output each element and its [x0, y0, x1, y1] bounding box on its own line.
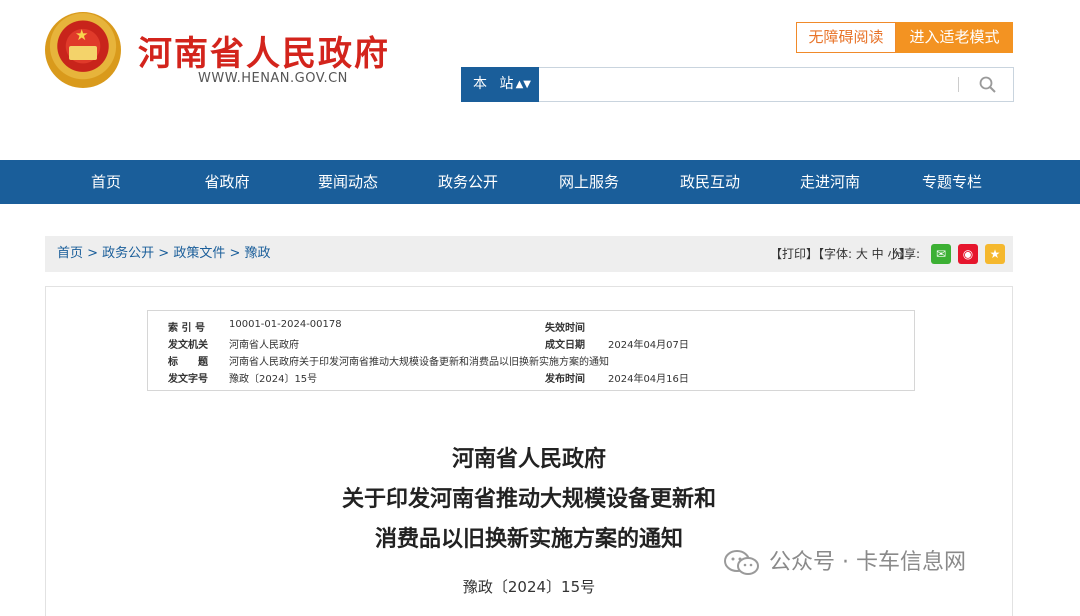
nav-item-home[interactable]: 首页 — [46, 160, 166, 204]
nav-item-special-topics[interactable]: 专题专栏 — [892, 160, 1012, 204]
search-divider — [958, 77, 959, 92]
document-number-value: 豫政〔2024〕15号 — [229, 374, 318, 385]
nav-item-online-services[interactable]: 网上服务 — [529, 160, 649, 204]
document-title-line-2: 关于印发河南省推动大规模设备更新和 — [341, 487, 716, 512]
nav-item-interaction[interactable]: 政民互动 — [650, 160, 770, 204]
wechat-logo-icon — [724, 550, 759, 575]
publish-time-value: 2024年04月16日 — [608, 374, 689, 385]
title-value: 河南省人民政府关于印发河南省推动大规模设备更新和消费品以旧换新实施方案的通知 — [229, 357, 609, 368]
national-emblem-icon: ★ — [45, 12, 121, 88]
nav-item-provincial-government[interactable]: 省政府 — [167, 160, 287, 204]
breadcrumb-bar: 首页 > 政务公开 > 政策文件 > 豫政 【打印】【字体: 大 中 小】 分享… — [45, 236, 1013, 272]
share-label: 分享: — [892, 247, 921, 261]
document-title-line-1: 河南省人民政府 — [451, 447, 606, 472]
breadcrumb[interactable]: 首页 > 政务公开 > 政策文件 > 豫政 — [57, 236, 270, 272]
watermark-text: 公众号 · 卡车信息网 — [769, 550, 966, 575]
site-url: WWW.HENAN.GOV.CN — [198, 71, 348, 86]
document-number-label: 发文字号 — [168, 374, 208, 385]
wechat-share-icon[interactable]: ✉ — [931, 244, 951, 264]
elder-mode-button[interactable]: 进入适老模式 — [896, 22, 1013, 53]
issuing-authority-label: 发文机关 — [168, 340, 208, 351]
site-header: ★ 河南省人民政府 WWW.HENAN.GOV.CN 无障碍阅读 进入适老模式 … — [0, 0, 1080, 160]
favorite-star-icon[interactable]: ★ — [985, 244, 1005, 264]
document-metadata-table: 索 引 号 10001-01-2024-00178 失效时间 发文机关 河南省人… — [147, 310, 915, 391]
accessibility-reading-button[interactable]: 无障碍阅读 — [796, 22, 896, 53]
written-date-label: 成文日期 — [545, 340, 585, 351]
index-number-value: 10001-01-2024-00178 — [229, 319, 342, 330]
issuing-authority-value: 河南省人民政府 — [229, 340, 299, 351]
written-date-value: 2024年04月07日 — [608, 340, 689, 351]
search-bar: 本 站 ▲▼ — [461, 67, 1014, 102]
search-scope-label: 本 站 — [473, 76, 518, 92]
title-label: 标 题 — [168, 357, 208, 368]
wechat-watermark: 公众号 · 卡车信息网 — [722, 545, 966, 581]
weibo-share-icon[interactable]: ◉ — [958, 244, 978, 264]
index-number-label: 索 引 号 — [168, 323, 205, 334]
search-icon[interactable] — [978, 75, 998, 95]
nav-item-about-henan[interactable]: 走进河南 — [770, 160, 890, 204]
sort-arrows-icon: ▲▼ — [515, 79, 531, 90]
search-input[interactable] — [542, 68, 952, 101]
print-font-tools[interactable]: 【打印】【字体: 大 中 小】 — [770, 236, 912, 272]
search-scope-select[interactable]: 本 站 ▲▼ — [461, 67, 539, 102]
main-nav: 首页 省政府 要闻动态 政务公开 网上服务 政民互动 走进河南 专题专栏 — [0, 160, 1080, 204]
nav-item-government-affairs[interactable]: 政务公开 — [408, 160, 528, 204]
publish-time-label: 发布时间 — [545, 374, 585, 385]
site-title[interactable]: 河南省人民政府 — [138, 26, 390, 75]
nav-item-news[interactable]: 要闻动态 — [288, 160, 408, 204]
expiry-time-label: 失效时间 — [545, 323, 585, 334]
